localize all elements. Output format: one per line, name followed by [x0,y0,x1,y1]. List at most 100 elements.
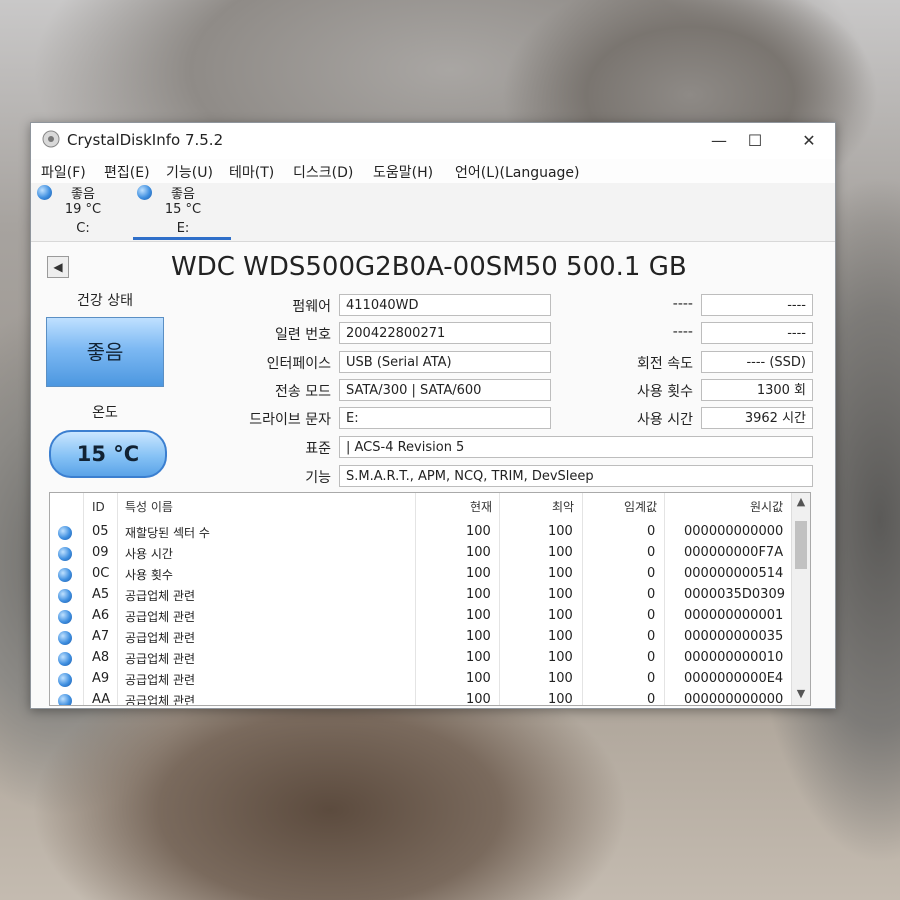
transfer-mode-label: 전송 모드 [275,384,331,400]
main-content: ◀ WDC WDS500G2B0A-00SM50 500.1 GB 건강 상태 … [31,242,835,707]
header-raw[interactable]: 원시값 [750,493,783,521]
crystaldiskinfo-window: CrystalDiskInfo 7.5.2 — ☐ ✕ 파일(F) 편집(E) … [30,122,836,709]
table-row[interactable]: 05 재할당된 섹터 수 100 100 0 000000000000 [50,523,790,543]
power-hours-label: 사용 시간 [637,412,693,428]
attr-current: 100 [466,545,491,560]
attr-raw: 000000000001 [684,608,784,623]
attr-name: 공급업체 관련 [125,631,196,645]
attr-worst: 100 [548,650,573,665]
menu-disk[interactable]: 디스크(D) [293,162,353,182]
table-scrollbar[interactable]: ▲ ▼ [791,493,810,705]
menu-bar: 파일(F) 편집(E) 기능(U) 테마(T) 디스크(D) 도움말(H) 언어… [31,159,835,183]
serial-value: 200422800271 [339,322,551,344]
status-good-icon [58,694,72,705]
table-row[interactable]: A8 공급업체 관련 100 100 0 000000000010 [50,649,790,669]
attr-threshold: 0 [647,566,656,581]
disk-temp: 15 °C [164,202,202,217]
attr-current: 100 [466,524,491,539]
attr-id: A7 [92,629,110,644]
attr-threshold: 0 [647,587,656,602]
standard-value: | ACS-4 Revision 5 [339,436,813,458]
header-attribute-name[interactable]: 특성 이름 [125,493,173,521]
attr-name: 사용 횟수 [125,568,173,582]
attr-raw: 0000000000E4 [684,671,784,686]
attr-worst: 100 [548,587,573,602]
scroll-down-arrow-icon[interactable]: ▼ [792,687,810,703]
header-current[interactable]: 현재 [470,493,492,521]
table-row[interactable]: A7 공급업체 관련 100 100 0 000000000035 [50,628,790,648]
interface-label: 인터페이스 [266,356,331,372]
scroll-up-arrow-icon[interactable]: ▲ [792,495,810,511]
attr-worst: 100 [548,671,573,686]
power-hours-value: 3962 시간 [701,407,813,429]
attr-threshold: 0 [647,545,656,560]
menu-file[interactable]: 파일(F) [41,162,86,182]
disk-model-title: WDC WDS500G2B0A-00SM50 500.1 GB [171,252,687,282]
close-button[interactable]: ✕ [789,129,829,153]
table-row[interactable]: 09 사용 시간 100 100 0 000000000F7A [50,544,790,564]
blank-value-2: ---- [701,322,813,344]
status-good-icon [58,568,72,582]
blank-label-2: ---- [672,324,693,340]
maximize-button[interactable]: ☐ [735,129,775,153]
serial-label: 일련 번호 [275,327,331,343]
attr-current: 100 [466,587,491,602]
attr-raw: 000000000010 [684,650,784,665]
minimize-button[interactable]: — [699,129,739,153]
disk-tab-e[interactable]: 좋음 15 °C E: [133,183,233,239]
header-id[interactable]: ID [92,493,105,521]
standard-label: 표준 [305,441,331,457]
attr-current: 100 [466,692,491,706]
temperature-badge[interactable]: 15 °C [49,430,167,478]
table-row[interactable]: A5 공급업체 관련 100 100 0 0000035D0309 [50,586,790,606]
attr-name: 공급업체 관련 [125,610,196,624]
features-value: S.M.A.R.T., APM, NCQ, TRIM, DevSleep [339,465,813,487]
firmware-label: 펌웨어 [292,299,331,315]
disk-status: 좋음 [171,187,195,202]
menu-language[interactable]: 언어(L)(Language) [455,162,580,182]
table-row[interactable]: A9 공급업체 관련 100 100 0 0000000000E4 [50,670,790,690]
interface-value: USB (Serial ATA) [339,351,551,373]
attr-current: 100 [466,650,491,665]
disk-tab-c[interactable]: 좋음 19 °C C: [33,183,133,239]
health-status-badge[interactable]: 좋음 [46,317,164,387]
power-count-value: 1300 회 [701,379,813,401]
attr-raw: 000000000000 [684,692,784,706]
status-good-icon [58,526,72,540]
header-threshold[interactable]: 임계값 [624,493,657,521]
features-label: 기능 [305,470,331,486]
menu-function[interactable]: 기능(U) [166,162,213,182]
menu-theme[interactable]: 테마(T) [229,162,274,182]
attr-raw: 0000035D0309 [684,587,785,602]
status-good-icon [58,673,72,687]
attr-name: 공급업체 관련 [125,589,196,603]
disk-selector-bar: 좋음 19 °C C: 좋음 15 °C E: [31,183,835,242]
attr-worst: 100 [548,566,573,581]
attr-threshold: 0 [647,629,656,644]
temperature-label: 온도 [92,405,118,421]
attr-name: 공급업체 관련 [125,673,196,687]
attr-threshold: 0 [647,524,656,539]
scrollbar-thumb[interactable] [795,521,807,569]
header-worst[interactable]: 최악 [552,493,574,521]
disk-temp: 19 °C [64,202,102,217]
menu-edit[interactable]: 편집(E) [104,162,150,182]
previous-disk-button[interactable]: ◀ [47,256,69,278]
power-count-label: 사용 횟수 [637,384,693,400]
attr-id: AA [92,692,111,706]
attr-raw: 000000000514 [684,566,784,581]
attr-worst: 100 [548,608,573,623]
blank-value-1: ---- [701,294,813,316]
attr-id: 05 [92,524,109,539]
table-row[interactable]: A6 공급업체 관련 100 100 0 000000000001 [50,607,790,627]
table-row[interactable]: AA 공급업체 관련 100 100 0 000000000000 [50,691,790,706]
attr-current: 100 [466,671,491,686]
attr-raw: 000000000F7A [684,545,784,560]
table-row[interactable]: 0C 사용 횟수 100 100 0 000000000514 [50,565,790,585]
drive-letter-label: 드라이브 문자 [249,412,331,428]
attr-current: 100 [466,608,491,623]
health-status-label: 건강 상태 [77,293,133,309]
attr-id: 09 [92,545,109,560]
attr-current: 100 [466,566,491,581]
menu-help[interactable]: 도움말(H) [373,162,433,182]
